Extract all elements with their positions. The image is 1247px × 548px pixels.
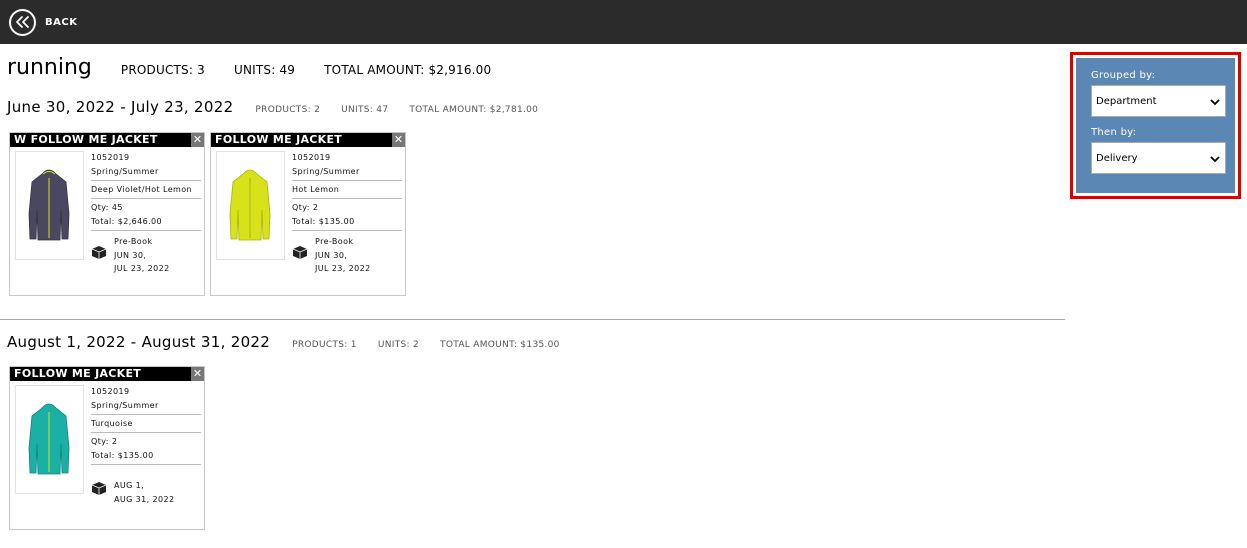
product-color: Deep Violet/Hot Lemon — [91, 185, 193, 194]
delivery-type: Pre-Book — [315, 237, 354, 246]
divider — [292, 198, 402, 199]
product-card[interactable]: FOLLOW ME JACKET ✕ 1052019 Spring/Summer… — [210, 132, 406, 296]
group-title: June 30, 2022 - July 23, 2022 — [7, 98, 234, 116]
filter-panel: Grouped by: Department Then by: Delivery — [1076, 58, 1235, 193]
then-by-select[interactable]: Delivery — [1091, 142, 1226, 174]
product-name: FOLLOW ME JACKET — [10, 367, 204, 381]
product-color: Hot Lemon — [292, 185, 340, 194]
product-details: 1052019 Spring/Summer Deep Violet/Hot Le… — [91, 153, 201, 235]
group-products: PRODUCTS: 1 — [292, 340, 357, 350]
delivery-box-icon — [91, 246, 107, 259]
divider — [91, 414, 201, 415]
group-header: August 1, 2022 - August 31, 2022 PRODUCT… — [7, 333, 581, 351]
top-bar: BACK — [0, 0, 1247, 44]
delivery-end: JUL 23, 2022 — [315, 264, 371, 273]
product-details: 1052019 Spring/Summer Hot Lemon Qty: 2 T… — [292, 153, 402, 235]
delivery-start: JUN 30, — [114, 250, 147, 260]
delivery-box-icon — [292, 246, 308, 259]
product-image[interactable] — [216, 151, 285, 260]
group-products: PRODUCTS: 2 — [255, 105, 321, 115]
product-sku: 1052019 — [91, 387, 130, 396]
back-button[interactable]: BACK — [9, 8, 99, 36]
divider — [91, 432, 201, 433]
group-units: UNITS: 2 — [377, 340, 420, 350]
product-name: FOLLOW ME JACKET — [211, 133, 405, 147]
product-name: W FOLLOW ME JACKET — [10, 133, 204, 147]
chevron-down-icon — [1210, 99, 1220, 106]
group-units: UNITS: 47 — [341, 105, 389, 115]
remove-icon[interactable]: ✕ — [392, 133, 405, 147]
product-qty: Qty: 45 — [91, 203, 123, 212]
grouped-by-label: Grouped by: — [1091, 70, 1156, 81]
chevron-down-icon — [1210, 156, 1220, 163]
divider — [292, 230, 402, 231]
divider — [91, 230, 201, 231]
product-image[interactable] — [15, 151, 84, 260]
grouped-by-value: Department — [1096, 95, 1157, 107]
divider — [91, 464, 201, 465]
product-season: Spring/Summer — [292, 167, 360, 176]
product-image[interactable] — [15, 385, 84, 494]
delivery-end: AUG 31, 2022 — [114, 494, 175, 504]
product-color: Turquoise — [91, 419, 133, 428]
back-arrow-icon — [9, 8, 36, 36]
page-summary: running PRODUCTS: 3 UNITS: 49 TOTAL AMOU… — [7, 55, 520, 85]
divider — [91, 180, 201, 181]
product-season: Spring/Summer — [91, 401, 159, 410]
product-total: Total: $135.00 — [292, 217, 355, 226]
remove-icon[interactable]: ✕ — [191, 133, 204, 147]
group-total: TOTAL AMOUNT: $2,781.00 — [409, 105, 539, 115]
product-season: Spring/Summer — [91, 167, 159, 176]
summary-units: UNITS: 49 — [233, 63, 296, 77]
product-total: Total: $135.00 — [91, 451, 154, 460]
group-title: August 1, 2022 - August 31, 2022 — [7, 333, 271, 351]
delivery-start: AUG 1, — [114, 481, 145, 490]
filter-panel-highlight: Grouped by: Department Then by: Delivery — [1070, 52, 1241, 199]
group-header: June 30, 2022 - July 23, 2022 PRODUCTS: … — [7, 98, 559, 116]
product-qty: Qty: 2 — [292, 203, 319, 212]
then-by-value: Delivery — [1096, 152, 1138, 164]
page-title: running — [7, 55, 92, 80]
product-card[interactable]: W FOLLOW ME JACKET ✕ 1052019 Spring/Summ… — [9, 132, 205, 296]
delivery-end: JUL 23, 2022 — [114, 264, 170, 273]
section-divider — [0, 319, 1065, 320]
product-qty: Qty: 2 — [91, 437, 118, 446]
summary-total: TOTAL AMOUNT: $2,916.00 — [324, 63, 492, 77]
summary-products: PRODUCTS: 3 — [120, 63, 205, 77]
product-sku: 1052019 — [91, 153, 130, 162]
product-card[interactable]: FOLLOW ME JACKET ✕ 1052019 Spring/Summer… — [9, 366, 205, 530]
then-by-label: Then by: — [1091, 127, 1137, 138]
product-total: Total: $2,646.00 — [91, 217, 163, 226]
product-details: 1052019 Spring/Summer Turquoise Qty: 2 T… — [91, 387, 201, 469]
divider — [91, 198, 201, 199]
delivery-type: Pre-Book — [114, 237, 153, 246]
delivery-box-icon — [91, 482, 107, 495]
product-sku: 1052019 — [292, 153, 331, 162]
back-label: BACK — [45, 16, 78, 28]
group-total: TOTAL AMOUNT: $135.00 — [440, 340, 560, 350]
delivery-start: JUN 30, — [315, 250, 348, 260]
grouped-by-select[interactable]: Department — [1091, 85, 1226, 117]
divider — [292, 180, 402, 181]
remove-icon[interactable]: ✕ — [191, 367, 204, 381]
